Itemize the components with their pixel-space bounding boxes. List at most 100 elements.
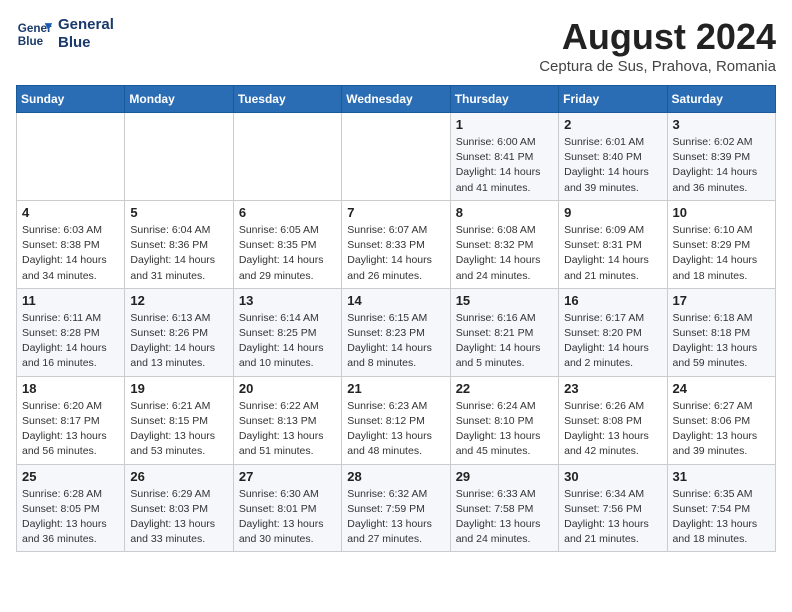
day-number: 15 bbox=[456, 293, 553, 308]
day-cell: 24 Sunrise: 6:27 AMSunset: 8:06 PMDayligh… bbox=[667, 376, 775, 464]
day-number: 18 bbox=[22, 381, 119, 396]
day-info: Sunrise: 6:20 AMSunset: 8:17 PMDaylight:… bbox=[22, 399, 119, 460]
day-number: 17 bbox=[673, 293, 770, 308]
day-number: 16 bbox=[564, 293, 661, 308]
week-row-3: 11 Sunrise: 6:11 AMSunset: 8:28 PMDayligh… bbox=[17, 288, 776, 376]
day-info: Sunrise: 6:13 AMSunset: 8:26 PMDaylight:… bbox=[130, 311, 227, 372]
day-info: Sunrise: 6:10 AMSunset: 8:29 PMDaylight:… bbox=[673, 223, 770, 284]
day-cell: 19Sunrise: 6:21 AMSunset: 8:15 PMDayligh… bbox=[125, 376, 233, 464]
day-info: Sunrise: 6:09 AMSunset: 8:31 PMDaylight:… bbox=[564, 223, 661, 284]
weekday-header-sunday: Sunday bbox=[17, 86, 125, 113]
day-info: Sunrise: 6:03 AMSunset: 8:38 PMDaylight:… bbox=[22, 223, 119, 284]
weekday-header-monday: Monday bbox=[125, 86, 233, 113]
day-cell: 31Sunrise: 6:35 AMSunset: 7:54 PMDayligh… bbox=[667, 464, 775, 552]
day-number: 4 bbox=[22, 205, 119, 220]
day-info: Sunrise: 6:02 AMSunset: 8:39 PMDaylight:… bbox=[673, 135, 770, 196]
day-cell: 8Sunrise: 6:08 AMSunset: 8:32 PMDaylight… bbox=[450, 200, 558, 288]
day-number: 28 bbox=[347, 469, 444, 484]
day-cell: 29 Sunrise: 6:33 AMSunset: 7:58 PMDayligh… bbox=[450, 464, 558, 552]
logo-text-general: General bbox=[58, 16, 114, 34]
day-cell: 5Sunrise: 6:04 AMSunset: 8:36 PMDaylight… bbox=[125, 200, 233, 288]
month-title: August 2024 bbox=[539, 16, 776, 58]
day-cell: 13Sunrise: 6:14 AMSunset: 8:25 PMDayligh… bbox=[233, 288, 341, 376]
day-cell: 2 Sunrise: 6:01 AMSunset: 8:40 PMDaylight… bbox=[559, 113, 667, 201]
day-number: 22 bbox=[456, 381, 553, 396]
day-cell: 16 Sunrise: 6:17 AMSunset: 8:20 PMDayligh… bbox=[559, 288, 667, 376]
day-number: 3 bbox=[673, 117, 770, 132]
day-number: 6 bbox=[239, 205, 336, 220]
day-number: 27 bbox=[239, 469, 336, 484]
day-info: Sunrise: 6:01 AMSunset: 8:40 PMDaylight:… bbox=[564, 135, 661, 196]
calendar-table: SundayMondayTuesdayWednesdayThursdayFrid… bbox=[16, 85, 776, 552]
weekday-header-saturday: Saturday bbox=[667, 86, 775, 113]
day-cell: 20Sunrise: 6:22 AMSunset: 8:13 PMDayligh… bbox=[233, 376, 341, 464]
day-cell: 9 Sunrise: 6:09 AMSunset: 8:31 PMDaylight… bbox=[559, 200, 667, 288]
day-number: 1 bbox=[456, 117, 553, 132]
day-number: 21 bbox=[347, 381, 444, 396]
day-cell: 17 Sunrise: 6:18 AMSunset: 8:18 PMDayligh… bbox=[667, 288, 775, 376]
day-number: 5 bbox=[130, 205, 227, 220]
day-cell: 10Sunrise: 6:10 AMSunset: 8:29 PMDayligh… bbox=[667, 200, 775, 288]
location: Ceptura de Sus, Prahova, Romania bbox=[539, 58, 776, 75]
week-row-5: 25 Sunrise: 6:28 AMSunset: 8:05 PMDayligh… bbox=[17, 464, 776, 552]
weekday-header-wednesday: Wednesday bbox=[342, 86, 450, 113]
page-header: General Blue General Blue August 2024 Ce… bbox=[16, 16, 776, 75]
day-info: Sunrise: 6:26 AMSunset: 8:08 PMDaylight:… bbox=[564, 399, 661, 460]
day-info: Sunrise: 6:11 AMSunset: 8:28 PMDaylight:… bbox=[22, 311, 119, 372]
day-number: 13 bbox=[239, 293, 336, 308]
day-info: Sunrise: 6:16 AMSunset: 8:21 PMDaylight:… bbox=[456, 311, 553, 372]
day-number: 25 bbox=[22, 469, 119, 484]
calendar-body: 1 Sunrise: 6:00 AMSunset: 8:41 PMDaylight… bbox=[17, 113, 776, 552]
day-cell: 12Sunrise: 6:13 AMSunset: 8:26 PMDayligh… bbox=[125, 288, 233, 376]
day-info: Sunrise: 6:15 AMSunset: 8:23 PMDaylight:… bbox=[347, 311, 444, 372]
day-cell: 11 Sunrise: 6:11 AMSunset: 8:28 PMDayligh… bbox=[17, 288, 125, 376]
week-row-1: 1 Sunrise: 6:00 AMSunset: 8:41 PMDaylight… bbox=[17, 113, 776, 201]
logo-icon: General Blue bbox=[16, 16, 52, 52]
day-number: 31 bbox=[673, 469, 770, 484]
day-cell: 23 Sunrise: 6:26 AMSunset: 8:08 PMDayligh… bbox=[559, 376, 667, 464]
day-cell: 26Sunrise: 6:29 AMSunset: 8:03 PMDayligh… bbox=[125, 464, 233, 552]
day-cell: 4 Sunrise: 6:03 AMSunset: 8:38 PMDaylight… bbox=[17, 200, 125, 288]
day-cell: 22 Sunrise: 6:24 AMSunset: 8:10 PMDayligh… bbox=[450, 376, 558, 464]
day-info: Sunrise: 6:33 AMSunset: 7:58 PMDaylight:… bbox=[456, 487, 553, 548]
day-cell bbox=[233, 113, 341, 201]
day-number: 23 bbox=[564, 381, 661, 396]
day-cell: 6 Sunrise: 6:05 AMSunset: 8:35 PMDaylight… bbox=[233, 200, 341, 288]
day-info: Sunrise: 6:08 AMSunset: 8:32 PMDaylight:… bbox=[456, 223, 553, 284]
logo-text-blue: Blue bbox=[58, 34, 114, 52]
day-cell: 25 Sunrise: 6:28 AMSunset: 8:05 PMDayligh… bbox=[17, 464, 125, 552]
day-number: 11 bbox=[22, 293, 119, 308]
day-number: 29 bbox=[456, 469, 553, 484]
day-info: Sunrise: 6:21 AMSunset: 8:15 PMDaylight:… bbox=[130, 399, 227, 460]
day-cell: 21 Sunrise: 6:23 AMSunset: 8:12 PMDayligh… bbox=[342, 376, 450, 464]
day-cell: 30Sunrise: 6:34 AMSunset: 7:56 PMDayligh… bbox=[559, 464, 667, 552]
day-info: Sunrise: 6:27 AMSunset: 8:06 PMDaylight:… bbox=[673, 399, 770, 460]
day-info: Sunrise: 6:22 AMSunset: 8:13 PMDaylight:… bbox=[239, 399, 336, 460]
day-info: Sunrise: 6:05 AMSunset: 8:35 PMDaylight:… bbox=[239, 223, 336, 284]
logo: General Blue General Blue bbox=[16, 16, 114, 52]
day-number: 9 bbox=[564, 205, 661, 220]
day-cell bbox=[125, 113, 233, 201]
day-info: Sunrise: 6:17 AMSunset: 8:20 PMDaylight:… bbox=[564, 311, 661, 372]
day-info: Sunrise: 6:24 AMSunset: 8:10 PMDaylight:… bbox=[456, 399, 553, 460]
day-cell: 7Sunrise: 6:07 AMSunset: 8:33 PMDaylight… bbox=[342, 200, 450, 288]
svg-text:Blue: Blue bbox=[18, 35, 44, 48]
day-cell: 27 Sunrise: 6:30 AMSunset: 8:01 PMDayligh… bbox=[233, 464, 341, 552]
weekday-header-tuesday: Tuesday bbox=[233, 86, 341, 113]
day-number: 24 bbox=[673, 381, 770, 396]
day-cell: 3 Sunrise: 6:02 AMSunset: 8:39 PMDaylight… bbox=[667, 113, 775, 201]
title-block: August 2024 Ceptura de Sus, Prahova, Rom… bbox=[539, 16, 776, 75]
day-cell: 15 Sunrise: 6:16 AMSunset: 8:21 PMDayligh… bbox=[450, 288, 558, 376]
day-info: Sunrise: 6:18 AMSunset: 8:18 PMDaylight:… bbox=[673, 311, 770, 372]
day-cell bbox=[342, 113, 450, 201]
day-info: Sunrise: 6:30 AMSunset: 8:01 PMDaylight:… bbox=[239, 487, 336, 548]
day-cell bbox=[17, 113, 125, 201]
day-number: 26 bbox=[130, 469, 227, 484]
day-number: 2 bbox=[564, 117, 661, 132]
day-cell: 1 Sunrise: 6:00 AMSunset: 8:41 PMDaylight… bbox=[450, 113, 558, 201]
day-info: Sunrise: 6:28 AMSunset: 8:05 PMDaylight:… bbox=[22, 487, 119, 548]
day-info: Sunrise: 6:23 AMSunset: 8:12 PMDaylight:… bbox=[347, 399, 444, 460]
calendar-header: SundayMondayTuesdayWednesdayThursdayFrid… bbox=[17, 86, 776, 113]
day-info: Sunrise: 6:00 AMSunset: 8:41 PMDaylight:… bbox=[456, 135, 553, 196]
weekday-header-thursday: Thursday bbox=[450, 86, 558, 113]
